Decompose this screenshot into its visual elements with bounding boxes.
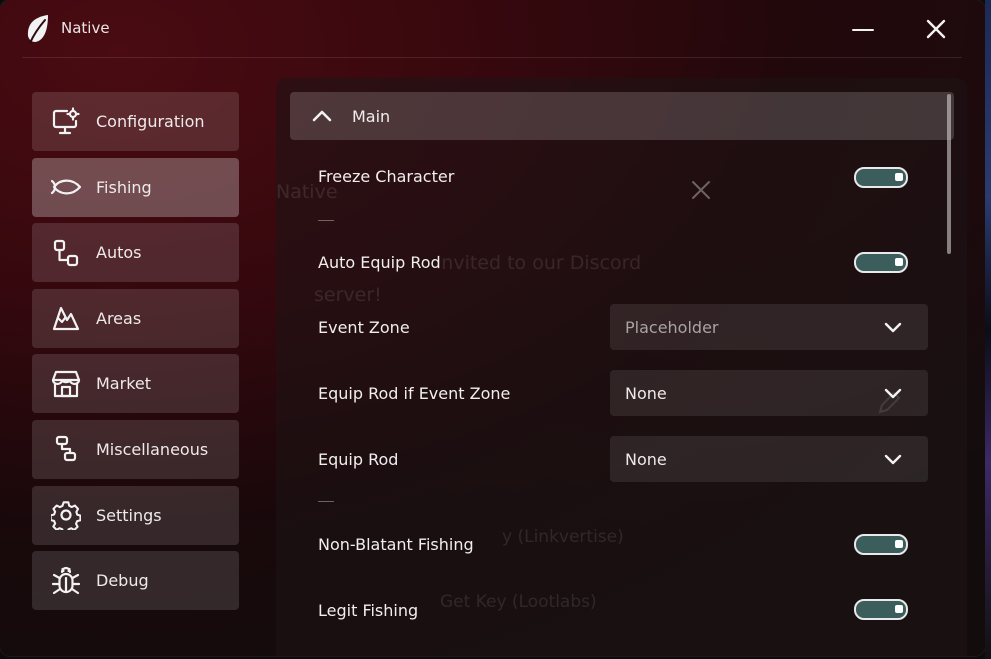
scrollbar[interactable] bbox=[947, 92, 951, 652]
ghost-text-line4: Get Key (Lootlabs) bbox=[440, 592, 597, 612]
legit-fishing-toggle[interactable] bbox=[854, 599, 908, 620]
nodes-icon bbox=[50, 433, 82, 465]
equip-rod-dropdown[interactable]: None bbox=[610, 436, 928, 482]
equip-rod-label: Equip Rod bbox=[318, 450, 399, 469]
sidebar-item-miscellaneous[interactable]: Miscellaneous bbox=[32, 419, 239, 479]
chevron-up-icon bbox=[312, 110, 332, 122]
sidebar-item-settings[interactable]: Settings bbox=[32, 485, 239, 545]
sidebar-item-debug[interactable]: Debug bbox=[32, 551, 239, 611]
ghost-close-icon bbox=[690, 179, 712, 206]
chevron-down-icon bbox=[884, 454, 902, 465]
close-button[interactable] bbox=[921, 14, 951, 44]
minimize-button[interactable] bbox=[848, 14, 878, 44]
sidebar-item-label: Debug bbox=[96, 571, 149, 591]
dropdown-value: None bbox=[625, 383, 667, 403]
bug-icon bbox=[50, 565, 82, 597]
title-divider bbox=[22, 57, 962, 58]
dropdown-value: None bbox=[625, 449, 667, 469]
event-zone-label: Event Zone bbox=[318, 318, 410, 337]
sidebar-item-label: Miscellaneous bbox=[96, 439, 209, 459]
sidebar-item-label: Autos bbox=[96, 243, 142, 263]
section-main-header[interactable]: Main bbox=[290, 92, 954, 140]
desktop-edge bbox=[985, 0, 991, 659]
legit-fishing-label: Legit Fishing bbox=[318, 601, 419, 620]
title-bar[interactable]: Native bbox=[0, 0, 985, 58]
sidebar-item-label: Settings bbox=[96, 505, 162, 525]
chevron-down-icon bbox=[884, 388, 902, 399]
ghost-text-line3: y (Linkvertise) bbox=[502, 527, 624, 547]
scrollbar-thumb[interactable] bbox=[947, 94, 951, 254]
sidebar-item-areas[interactable]: Areas bbox=[32, 288, 239, 348]
sidebar-item-label: Fishing bbox=[96, 177, 152, 197]
freeze-character-toggle[interactable] bbox=[854, 167, 908, 188]
auto-equip-rod-label: Auto Equip Rod bbox=[318, 253, 441, 272]
auto-equip-rod-toggle[interactable] bbox=[854, 252, 908, 273]
separator bbox=[318, 501, 334, 502]
toggle-knob bbox=[895, 173, 903, 181]
toggle-knob bbox=[895, 258, 903, 266]
separator bbox=[318, 220, 334, 221]
equip-rod-if-event-zone-label: Equip Rod if Event Zone bbox=[318, 384, 511, 403]
gear-icon bbox=[50, 499, 82, 531]
sidebar-item-autos[interactable]: Autos bbox=[32, 223, 239, 283]
sidebar-item-label: Market bbox=[96, 374, 151, 394]
event-zone-dropdown[interactable]: Placeholder bbox=[610, 304, 928, 350]
sidebar-item-configuration[interactable]: Configuration bbox=[32, 92, 239, 151]
non-blatant-fishing-label: Non-Blatant Fishing bbox=[318, 535, 474, 554]
ghost-text-line2: server! bbox=[314, 284, 382, 306]
sidebar-item-market[interactable]: Market bbox=[32, 354, 239, 414]
equip-rod-if-event-zone-dropdown[interactable]: None bbox=[610, 370, 928, 416]
content-panel: Native invited to our Discord server! y … bbox=[276, 78, 967, 656]
sidebar-item-label: Configuration bbox=[96, 112, 205, 131]
toggle-knob bbox=[895, 605, 903, 613]
sidebar-item-fishing[interactable]: Fishing bbox=[32, 157, 239, 217]
window-title: Native bbox=[61, 19, 110, 37]
storefront-icon bbox=[50, 368, 82, 400]
toggle-knob bbox=[895, 540, 903, 548]
close-icon bbox=[926, 19, 946, 39]
fish-icon bbox=[50, 171, 82, 203]
dropdown-value: Placeholder bbox=[625, 317, 719, 337]
ghost-text-line1: invited to our Discord bbox=[436, 252, 642, 274]
app-window: Native Configuration Fishing Autos Areas… bbox=[0, 0, 985, 656]
sidebar-item-label: Areas bbox=[96, 308, 142, 328]
freeze-character-label: Freeze Character bbox=[318, 167, 455, 186]
leaf-logo-icon bbox=[26, 14, 50, 44]
minimize-icon bbox=[852, 28, 874, 32]
non-blatant-fishing-toggle[interactable] bbox=[854, 534, 908, 555]
sidebar: Configuration Fishing Autos Areas Market… bbox=[32, 92, 239, 617]
mountains-icon bbox=[50, 302, 82, 334]
monitor-gear-icon bbox=[50, 106, 82, 138]
section-title: Main bbox=[352, 106, 391, 126]
flow-nodes-icon bbox=[50, 237, 82, 269]
chevron-down-icon bbox=[884, 322, 902, 333]
